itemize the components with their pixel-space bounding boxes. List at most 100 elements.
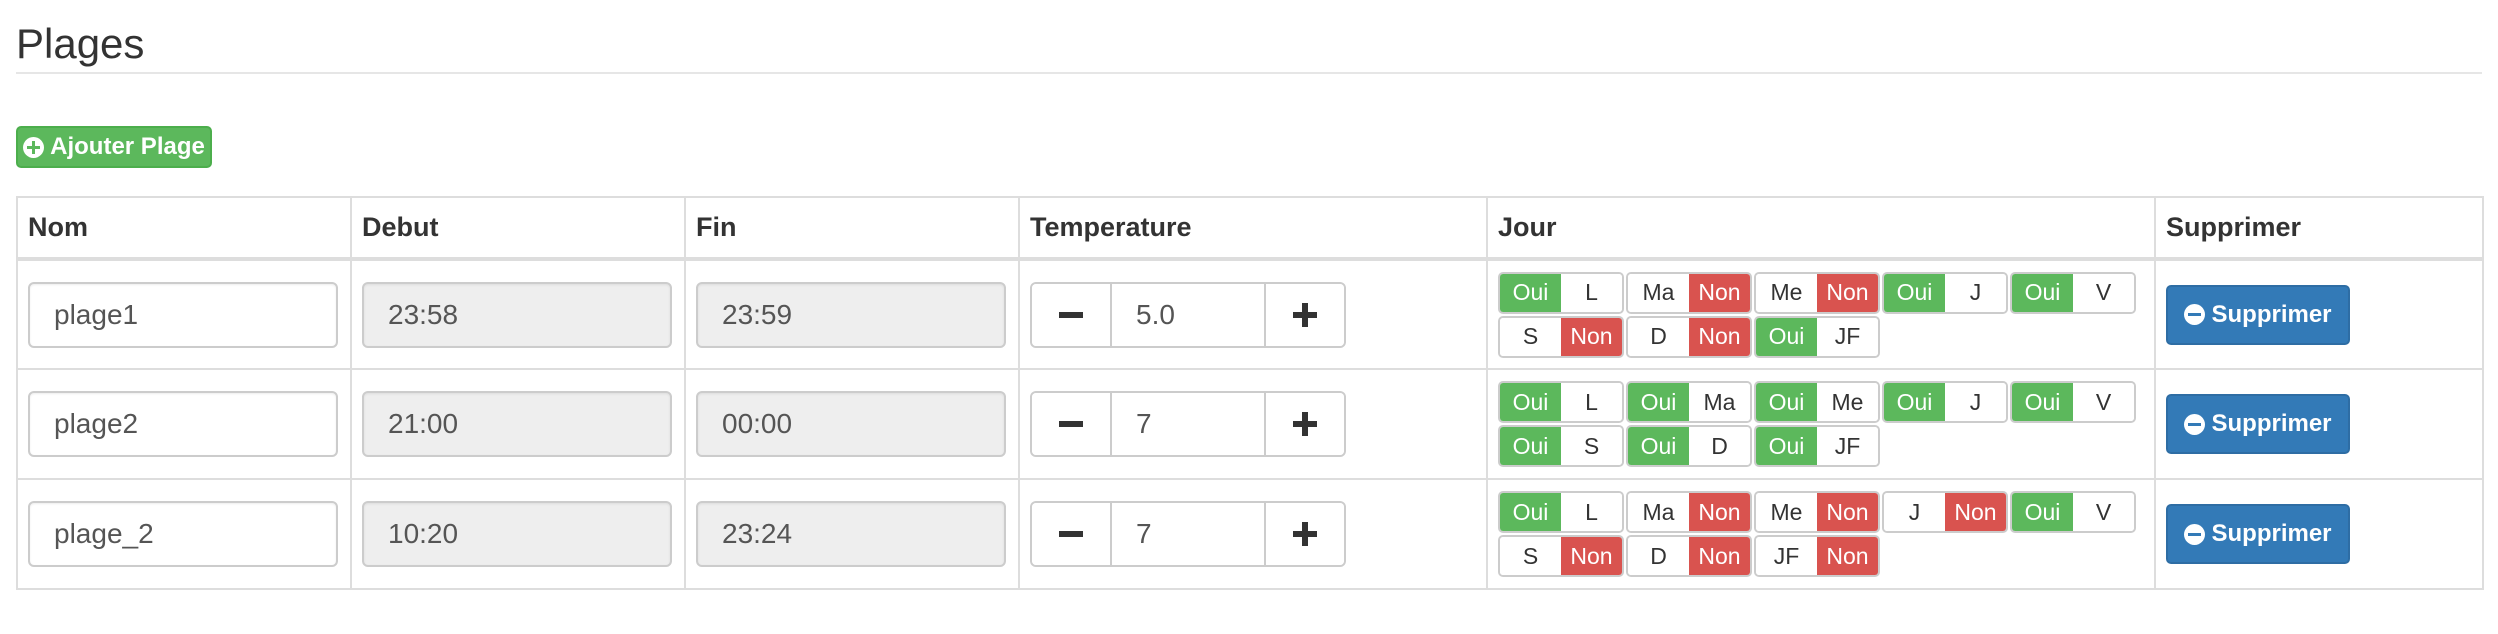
- day-toggle-s[interactable]: S Non: [1498, 535, 1624, 577]
- day-toggle-jf[interactable]: Oui JF: [1754, 315, 1880, 358]
- cell-supprimer: Supprimer: [2154, 368, 2484, 480]
- day-toggle-s[interactable]: S Non: [1498, 315, 1624, 358]
- day-toggle-me[interactable]: Me Non: [1754, 271, 1880, 314]
- title-divider: [16, 72, 2482, 74]
- start-time-input[interactable]: 23:58: [362, 281, 672, 348]
- day-label: D: [1689, 427, 1750, 465]
- temperature-input[interactable]: 7: [1112, 503, 1264, 565]
- day-state-label: Non: [1689, 317, 1750, 356]
- day-state-label: Oui: [2012, 273, 2073, 312]
- delete-label: Supprimer: [2211, 520, 2332, 547]
- temperature-increment-button[interactable]: [1264, 283, 1344, 346]
- day-toggle-v[interactable]: Oui V: [2010, 271, 2136, 314]
- day-toggle-l[interactable]: Oui L: [1498, 381, 1624, 423]
- header-supprimer: Supprimer: [2154, 196, 2484, 261]
- day-label: Me: [1756, 273, 1817, 312]
- day-toggle-j[interactable]: J Non: [1882, 491, 2008, 533]
- day-toggle-jf[interactable]: Oui JF: [1754, 425, 1880, 467]
- cell-nom: plage1: [16, 258, 352, 370]
- name-input[interactable]: plage2: [28, 391, 338, 457]
- end-time-input[interactable]: 00:00: [696, 391, 1006, 457]
- temperature-decrement-button[interactable]: [1032, 393, 1112, 455]
- start-time-input[interactable]: 21:00: [362, 391, 672, 457]
- delete-label: Supprimer: [2211, 410, 2332, 437]
- temperature-input[interactable]: 7: [1112, 393, 1264, 455]
- day-toggles: Oui L Ma Non Me Non J Non Oui V S Non D Non JF Non: [1498, 491, 2158, 577]
- day-toggle-s[interactable]: Oui S: [1498, 425, 1624, 467]
- day-label: V: [2073, 493, 2134, 531]
- add-plage-label: Ajouter Plage: [50, 133, 205, 160]
- delete-plage-button[interactable]: Supprimer: [2166, 504, 2350, 564]
- day-state-label: Oui: [2012, 493, 2073, 531]
- day-state-label: Non: [1689, 493, 1750, 531]
- end-time-input[interactable]: 23:59: [696, 281, 1006, 348]
- temperature-stepper: 7: [1030, 501, 1346, 567]
- cell-nom: plage_2: [16, 478, 352, 590]
- day-state-label: Non: [1817, 493, 1878, 531]
- header-fin: Fin: [684, 196, 1020, 261]
- day-label: D: [1628, 537, 1689, 575]
- cell-debut: 10:20: [350, 478, 686, 590]
- day-label: Ma: [1689, 383, 1750, 421]
- cell-supprimer: Supprimer: [2154, 478, 2484, 590]
- day-label: J: [1945, 273, 2006, 312]
- day-state-label: Oui: [1500, 383, 1561, 421]
- day-toggle-ma[interactable]: Ma Non: [1626, 271, 1752, 314]
- minus-icon: [1059, 412, 1083, 436]
- table-row: plage2 21:00 00:00 7 Oui L Oui Ma Oui Me Oui J Oui V O…: [16, 368, 2484, 480]
- day-toggle-l[interactable]: Oui L: [1498, 271, 1624, 314]
- cell-jour: Oui L Oui Ma Oui Me Oui J Oui V Oui S Oui D Oui JF: [1486, 368, 2156, 480]
- day-toggle-v[interactable]: Oui V: [2010, 381, 2136, 423]
- name-input[interactable]: plage1: [28, 281, 338, 348]
- temperature-decrement-button[interactable]: [1032, 283, 1112, 346]
- temperature-increment-button[interactable]: [1264, 503, 1344, 565]
- day-toggle-d[interactable]: D Non: [1626, 315, 1752, 358]
- day-toggle-ma[interactable]: Ma Non: [1626, 491, 1752, 533]
- cell-jour: Oui L Ma Non Me Non J Non Oui V S Non D Non JF Non: [1486, 478, 2158, 590]
- day-label: J: [1884, 493, 1945, 531]
- day-state-label: Oui: [1500, 427, 1561, 465]
- day-state-label: Non: [1945, 493, 2006, 531]
- day-state-label: Oui: [1756, 427, 1817, 465]
- cell-fin: 23:59: [684, 258, 1020, 370]
- temperature-decrement-button[interactable]: [1032, 503, 1112, 565]
- day-label: V: [2073, 273, 2134, 312]
- name-input[interactable]: plage_2: [28, 501, 338, 567]
- day-label: S: [1500, 537, 1561, 575]
- header-jour: Jour: [1486, 196, 2156, 261]
- day-toggle-jf[interactable]: JF Non: [1754, 535, 1880, 577]
- temperature-input[interactable]: 5.0: [1112, 284, 1264, 346]
- day-label: D: [1628, 317, 1689, 356]
- delete-plage-button[interactable]: Supprimer: [2166, 284, 2350, 345]
- day-label: Ma: [1628, 493, 1689, 531]
- header-debut: Debut: [350, 196, 686, 261]
- end-time-input[interactable]: 23:24: [696, 501, 1006, 567]
- temperature-increment-button[interactable]: [1264, 393, 1344, 455]
- plages-table: Nom Debut Fin Temperature Jour Supprimer…: [16, 196, 2484, 590]
- cell-debut: 21:00: [350, 368, 686, 480]
- day-toggle-d[interactable]: Oui D: [1626, 425, 1752, 467]
- cell-temperature: 7: [1018, 478, 1488, 590]
- cell-fin: 00:00: [684, 368, 1020, 480]
- day-toggle-me[interactable]: Oui Me: [1754, 381, 1880, 423]
- start-time-input[interactable]: 10:20: [362, 501, 672, 567]
- minus-circle-icon: [2184, 413, 2206, 435]
- add-plage-button[interactable]: Ajouter Plage: [16, 126, 212, 168]
- day-toggle-me[interactable]: Me Non: [1754, 491, 1880, 533]
- header-temperature: Temperature: [1018, 196, 1488, 261]
- day-toggle-ma[interactable]: Oui Ma: [1626, 381, 1752, 423]
- day-toggle-j[interactable]: Oui J: [1882, 381, 2008, 423]
- day-state-label: Oui: [1500, 493, 1561, 531]
- day-label: JF: [1817, 427, 1878, 465]
- day-toggle-v[interactable]: Oui V: [2010, 491, 2136, 533]
- day-label: J: [1945, 383, 2006, 421]
- day-toggle-d[interactable]: D Non: [1626, 535, 1752, 577]
- day-toggle-j[interactable]: Oui J: [1882, 271, 2008, 314]
- cell-supprimer: Supprimer: [2154, 258, 2484, 370]
- minus-icon: [1059, 303, 1083, 327]
- day-label: S: [1561, 427, 1622, 465]
- plus-icon: [1293, 522, 1317, 546]
- header-nom: Nom: [16, 196, 352, 261]
- delete-plage-button[interactable]: Supprimer: [2166, 394, 2350, 454]
- day-toggle-l[interactable]: Oui L: [1498, 491, 1624, 533]
